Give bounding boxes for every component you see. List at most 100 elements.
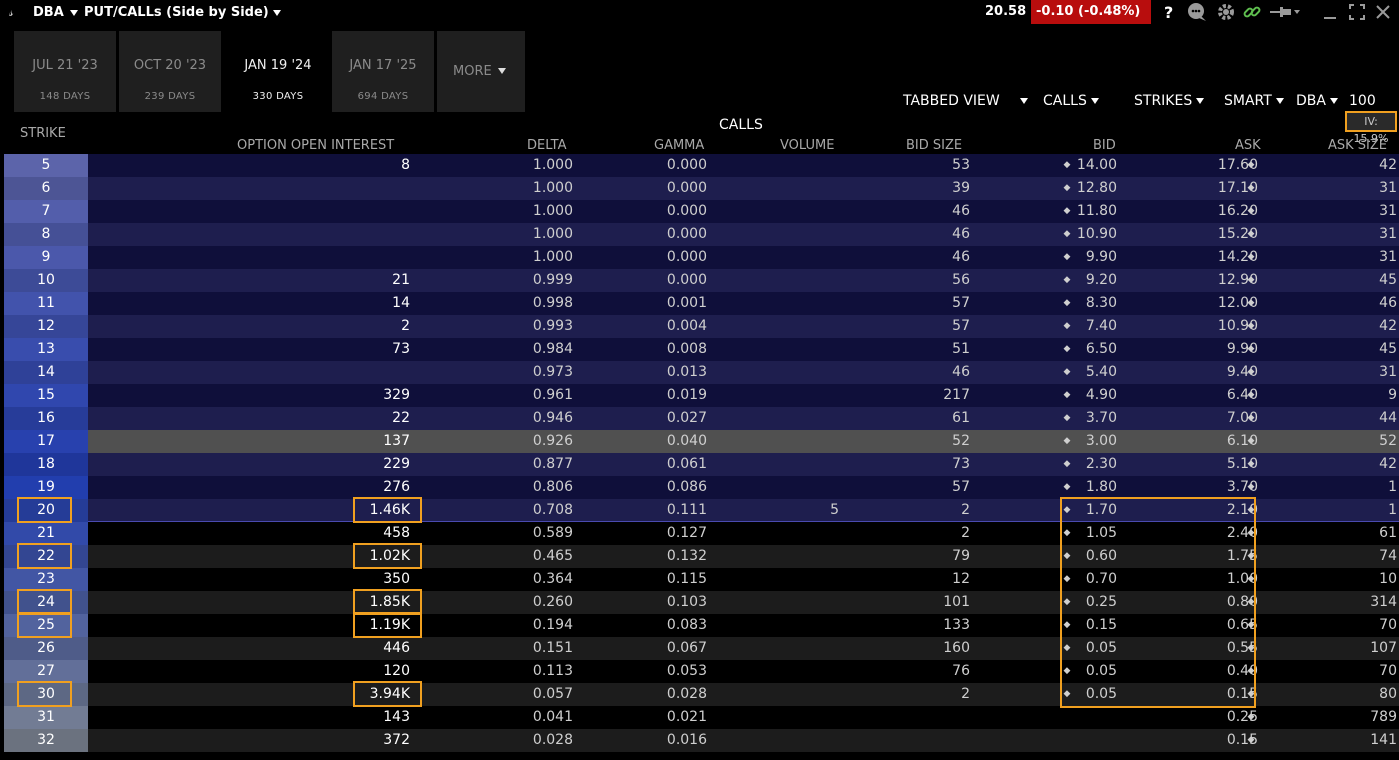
strike-cell[interactable]: 16 xyxy=(4,407,88,430)
ask-size-cell[interactable]: 46 xyxy=(1318,292,1397,315)
open-interest-cell[interactable]: 1.02K xyxy=(88,545,410,568)
table-row[interactable]: 1.000 0.000 46 10.90 15.20 31 ◆ ◆ xyxy=(88,223,1399,246)
header-bid[interactable]: BID xyxy=(1093,138,1116,153)
bid-size-cell[interactable]: 46 xyxy=(878,223,970,246)
bid-cell[interactable]: 0.15 xyxy=(1073,614,1117,637)
expiry-tab[interactable]: JAN 17 '25 694 DAYS xyxy=(332,31,434,112)
delta-cell[interactable]: 0.946 xyxy=(478,407,573,430)
gamma-cell[interactable]: 0.132 xyxy=(608,545,707,568)
strike-cell[interactable]: 24 xyxy=(4,591,88,614)
close-icon[interactable] xyxy=(1374,2,1392,27)
ask-size-cell[interactable]: 1 xyxy=(1318,476,1397,499)
strike-cell[interactable]: 30 xyxy=(4,683,88,706)
bid-size-cell[interactable]: 79 xyxy=(878,545,970,568)
table-row[interactable]: 1.46K 0.708 0.111 5 2 1.70 2.10 1 ◆ ◆ xyxy=(88,499,1399,522)
ask-size-cell[interactable]: 141 xyxy=(1318,729,1397,752)
strike-cell[interactable]: 27 xyxy=(4,660,88,683)
strike-cell[interactable]: 31 xyxy=(4,706,88,729)
bid-size-cell[interactable]: 51 xyxy=(878,338,970,361)
bid-cell[interactable]: 8.30 xyxy=(1073,292,1117,315)
bid-size-cell[interactable]: 57 xyxy=(878,292,970,315)
gamma-cell[interactable]: 0.027 xyxy=(608,407,707,430)
calls-dropdown[interactable]: CALLS xyxy=(1043,93,1099,109)
symbol-label[interactable]: DBA xyxy=(33,5,64,20)
gamma-cell[interactable]: 0.000 xyxy=(608,200,707,223)
strike-cell[interactable]: 18 xyxy=(4,453,88,476)
strike-cell[interactable]: 23 xyxy=(4,568,88,591)
gamma-cell[interactable]: 0.103 xyxy=(608,591,707,614)
delta-cell[interactable]: 0.041 xyxy=(478,706,573,729)
table-row[interactable]: 372 0.028 0.016 0.15 141 ◆ xyxy=(88,729,1399,752)
delta-cell[interactable]: 1.000 xyxy=(478,246,573,269)
open-interest-cell[interactable]: 2 xyxy=(88,315,410,338)
layout-dropdown-icon[interactable] xyxy=(273,10,281,16)
delta-cell[interactable]: 0.984 xyxy=(478,338,573,361)
header-delta[interactable]: DELTA xyxy=(527,138,567,153)
table-row[interactable]: 1.19K 0.194 0.083 133 0.15 0.65 70 ◆ ◆ xyxy=(88,614,1399,637)
bid-size-cell[interactable]: 2 xyxy=(878,499,970,522)
delta-cell[interactable]: 1.000 xyxy=(478,223,573,246)
strike-cell[interactable]: 25 xyxy=(4,614,88,637)
gear-icon[interactable] xyxy=(1216,2,1236,27)
link-icon[interactable] xyxy=(1242,2,1262,27)
delta-cell[interactable]: 0.999 xyxy=(478,269,573,292)
gamma-cell[interactable]: 0.086 xyxy=(608,476,707,499)
bid-cell[interactable]: 3.00 xyxy=(1073,430,1117,453)
link-group-icon[interactable]: 𝓈 xyxy=(9,5,13,20)
chat-icon[interactable] xyxy=(1186,2,1208,27)
delta-cell[interactable]: 0.589 xyxy=(478,522,573,545)
volume-cell[interactable]: 5 xyxy=(748,499,839,522)
help-icon[interactable]: ? xyxy=(1164,3,1173,22)
header-ask-size[interactable]: ASK SIZE xyxy=(1328,138,1387,153)
ask-size-cell[interactable]: 31 xyxy=(1318,223,1397,246)
bid-cell[interactable]: 0.05 xyxy=(1073,637,1117,660)
delta-cell[interactable]: 0.364 xyxy=(478,568,573,591)
strike-cell[interactable]: 22 xyxy=(4,545,88,568)
table-row[interactable]: 458 0.589 0.127 2 1.05 2.40 61 ◆ ◆ xyxy=(88,522,1399,545)
ask-size-cell[interactable]: 314 xyxy=(1318,591,1397,614)
exchange-dropdown[interactable]: SMART xyxy=(1224,93,1284,109)
expiry-tab-active[interactable]: JAN 19 '24 330 DAYS xyxy=(227,31,329,112)
delta-cell[interactable]: 0.260 xyxy=(478,591,573,614)
table-row[interactable]: 1.000 0.000 46 11.80 16.20 31 ◆ ◆ xyxy=(88,200,1399,223)
table-row[interactable]: 229 0.877 0.061 73 2.30 5.10 42 ◆ ◆ xyxy=(88,453,1399,476)
header-ask[interactable]: ASK xyxy=(1235,138,1261,153)
table-row[interactable]: 1.000 0.000 39 12.80 17.10 31 ◆ ◆ xyxy=(88,177,1399,200)
gamma-cell[interactable]: 0.127 xyxy=(608,522,707,545)
bid-cell[interactable]: 7.40 xyxy=(1073,315,1117,338)
table-row[interactable]: 21 0.999 0.000 56 9.20 12.90 45 ◆ ◆ xyxy=(88,269,1399,292)
delta-cell[interactable]: 0.028 xyxy=(478,729,573,752)
gamma-cell[interactable]: 0.115 xyxy=(608,568,707,591)
table-row[interactable]: 8 1.000 0.000 53 14.00 17.60 42 ◆ ◆ xyxy=(88,154,1399,177)
open-interest-cell[interactable]: 22 xyxy=(88,407,410,430)
bid-cell[interactable]: 9.90 xyxy=(1073,246,1117,269)
bid-size-cell[interactable]: 133 xyxy=(878,614,970,637)
table-row[interactable]: 73 0.984 0.008 51 6.50 9.90 45 ◆ ◆ xyxy=(88,338,1399,361)
delta-cell[interactable]: 1.000 xyxy=(478,177,573,200)
ask-size-cell[interactable]: 107 xyxy=(1318,637,1397,660)
ask-size-cell[interactable]: 80 xyxy=(1318,683,1397,706)
strike-cell[interactable]: 14 xyxy=(4,361,88,384)
header-gamma[interactable]: GAMMA xyxy=(654,138,704,153)
ask-size-cell[interactable]: 52 xyxy=(1318,430,1397,453)
open-interest-cell[interactable]: 1.46K xyxy=(88,499,410,522)
ask-size-cell[interactable]: 45 xyxy=(1318,338,1397,361)
delta-cell[interactable]: 0.926 xyxy=(478,430,573,453)
table-row[interactable]: 350 0.364 0.115 12 0.70 1.00 10 ◆ ◆ xyxy=(88,568,1399,591)
delta-cell[interactable]: 0.993 xyxy=(478,315,573,338)
gamma-cell[interactable]: 0.000 xyxy=(608,246,707,269)
open-interest-cell[interactable]: 120 xyxy=(88,660,410,683)
bid-cell[interactable]: 14.00 xyxy=(1073,154,1117,177)
bid-size-cell[interactable]: 46 xyxy=(878,246,970,269)
table-row[interactable]: 14 0.998 0.001 57 8.30 12.00 46 ◆ ◆ xyxy=(88,292,1399,315)
ask-size-cell[interactable]: 1 xyxy=(1318,499,1397,522)
bid-cell[interactable]: 0.05 xyxy=(1073,683,1117,706)
bid-cell[interactable]: 0.05 xyxy=(1073,660,1117,683)
strike-cell[interactable]: 11 xyxy=(4,292,88,315)
gamma-cell[interactable]: 0.016 xyxy=(608,729,707,752)
gamma-cell[interactable]: 0.019 xyxy=(608,384,707,407)
strike-cell[interactable]: 19 xyxy=(4,476,88,499)
open-interest-cell[interactable]: 137 xyxy=(88,430,410,453)
bid-size-cell[interactable]: 73 xyxy=(878,453,970,476)
bid-size-cell[interactable]: 53 xyxy=(878,154,970,177)
